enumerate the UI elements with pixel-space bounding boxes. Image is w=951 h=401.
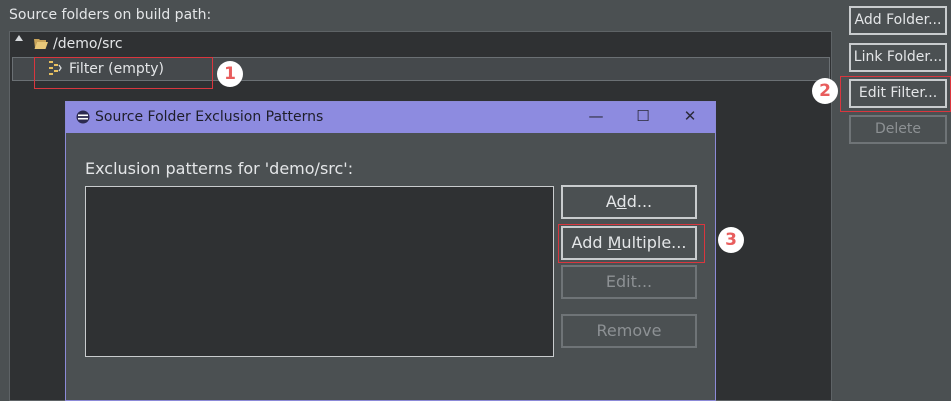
callout-badge-1: 1 bbox=[217, 61, 243, 87]
edit-button[interactable]: Edit... bbox=[561, 265, 697, 299]
dialog-title: Source Folder Exclusion Patterns bbox=[95, 109, 324, 125]
tree-item-demo-src[interactable]: /demo/src bbox=[53, 36, 123, 52]
add-label-rest: d... bbox=[626, 192, 653, 211]
add-folder-button[interactable]: Add Folder... bbox=[849, 6, 947, 35]
dialog-app-icon bbox=[76, 110, 90, 124]
callout-highlight-filter bbox=[34, 57, 213, 89]
source-folders-label: Source folders on build path: bbox=[9, 7, 212, 23]
exclusion-patterns-list[interactable] bbox=[85, 186, 554, 357]
exclusion-patterns-label: Exclusion patterns for 'demo/src': bbox=[85, 159, 354, 178]
minimize-icon[interactable]: — bbox=[586, 107, 606, 125]
folder-open-icon bbox=[34, 39, 48, 49]
add-button[interactable]: Add... bbox=[561, 185, 697, 219]
callout-highlight-add-multiple bbox=[558, 224, 705, 263]
close-icon[interactable]: ✕ bbox=[680, 107, 700, 125]
maximize-icon[interactable]: ☐ bbox=[633, 107, 653, 125]
delete-button[interactable]: Delete bbox=[849, 115, 947, 144]
add-mnemonic: d bbox=[616, 192, 627, 211]
callout-badge-2: 2 bbox=[812, 78, 838, 104]
add-label-a: A bbox=[605, 192, 617, 211]
link-folder-button[interactable]: Link Folder... bbox=[849, 43, 947, 72]
tree-collapse-arrow-icon[interactable] bbox=[15, 35, 23, 41]
callout-highlight-edit-filter bbox=[840, 76, 951, 112]
callout-badge-3: 3 bbox=[718, 227, 744, 253]
remove-button[interactable]: Remove bbox=[561, 314, 697, 348]
